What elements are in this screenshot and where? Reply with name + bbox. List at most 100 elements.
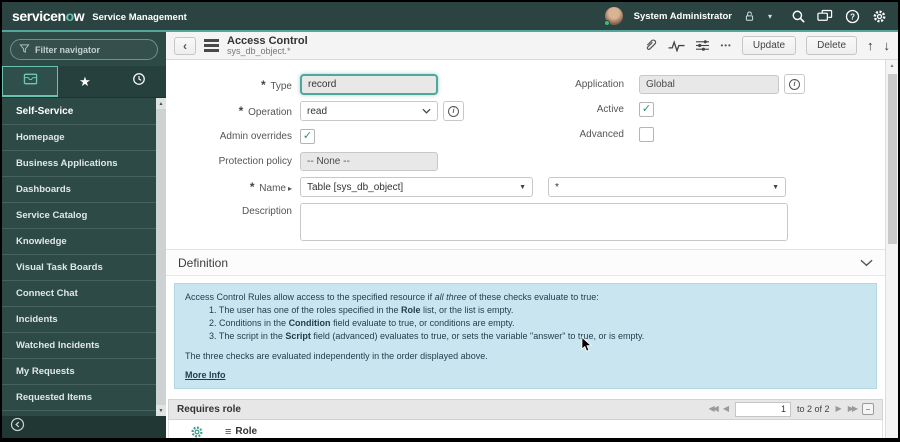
servicenow-logo: servicenow xyxy=(12,8,85,24)
name-label: * Name ▸ xyxy=(249,180,292,194)
sidebar-item-visual-task-boards[interactable]: Visual Task Boards xyxy=(2,255,166,281)
list-gear-icon[interactable] xyxy=(169,425,225,438)
attachment-paperclip-icon[interactable] xyxy=(643,38,658,53)
chevron-down-icon[interactable] xyxy=(860,259,873,267)
sidebar-item-dashboards[interactable]: Dashboards xyxy=(2,177,166,203)
tab-history[interactable] xyxy=(112,66,166,97)
application-label: Application xyxy=(575,78,624,90)
operation-info-button[interactable]: i xyxy=(443,101,464,121)
sidebar-item-watched-incidents[interactable]: Watched Incidents xyxy=(2,333,166,359)
delete-button[interactable]: Delete xyxy=(806,36,857,55)
type-label: * Type xyxy=(261,77,292,92)
filter-navigator-box xyxy=(10,39,158,60)
tab-all-applications[interactable] xyxy=(2,66,58,97)
sidebar-item-connect-chat[interactable]: Connect Chat xyxy=(2,281,166,307)
help-icon[interactable]: ? xyxy=(843,7,861,25)
connect-chat-icon[interactable] xyxy=(816,7,834,25)
name-field-select[interactable]: * ▼ xyxy=(548,177,786,197)
application-menu: Self-Service Homepage Business Applicati… xyxy=(2,98,166,438)
next-page-icon[interactable]: ▶ xyxy=(836,405,842,413)
more-info-link[interactable]: More Info xyxy=(185,369,226,381)
description-field[interactable] xyxy=(300,203,788,241)
menu-section-self-service[interactable]: Self-Service xyxy=(2,98,166,125)
application-info-button[interactable]: i xyxy=(784,74,805,94)
app-window: servicenow Service Management System Adm… xyxy=(0,0,900,442)
collapse-sidebar-icon[interactable] xyxy=(10,417,25,437)
main-scroll-thumb[interactable] xyxy=(888,74,897,244)
previous-record-icon[interactable]: ↑ xyxy=(867,38,874,53)
presence-dot xyxy=(603,20,610,26)
sidebar-item-business-applications[interactable]: Business Applications xyxy=(2,151,166,177)
admin-overrides-label: Admin overrides xyxy=(219,131,292,142)
collapse-list-icon[interactable]: − xyxy=(862,403,874,416)
protection-policy-field[interactable] xyxy=(300,152,438,171)
avatar[interactable] xyxy=(603,7,623,26)
page-number-input[interactable] xyxy=(735,401,791,417)
role-table-header: ≡ Role xyxy=(168,419,883,438)
admin-overrides-checkbox[interactable]: ✓ xyxy=(300,129,315,144)
svg-text:?: ? xyxy=(850,12,855,21)
main-scroll-up-icon[interactable]: ▲ xyxy=(886,60,898,72)
last-page-icon[interactable]: ▶▶ xyxy=(848,405,858,413)
sidebar-item-my-requests[interactable]: My Requests xyxy=(2,359,166,385)
sidebar-scrollbar[interactable]: ▲ ▼ xyxy=(156,98,166,416)
name-table-value: Table [sys_db_object] xyxy=(307,181,404,193)
logo-text-end: w xyxy=(73,8,85,24)
elevated-role-lock-icon[interactable] xyxy=(741,7,759,25)
user-caret-icon[interactable]: ▾ xyxy=(768,12,772,21)
filter-navigator-input[interactable] xyxy=(35,44,149,55)
tab-favorites[interactable]: ★ xyxy=(58,66,112,97)
sidebar-item-homepage[interactable]: Homepage xyxy=(2,125,166,151)
clock-icon xyxy=(132,72,146,91)
name-reference-icon: ▸ xyxy=(287,184,292,193)
sidebar-item-incidents[interactable]: Incidents xyxy=(2,307,166,333)
pagination: ◀◀ ◀ to 2 of 2 ▶ ▶▶ − xyxy=(709,401,874,417)
logo-accent: o xyxy=(65,8,75,24)
info-rule-3: 3. The script in the Script field (advan… xyxy=(209,331,645,342)
sidebar-scroll-up-icon[interactable]: ▲ xyxy=(156,98,166,109)
advanced-checkbox[interactable] xyxy=(639,127,654,142)
page-subtitle: sys_db_object.* xyxy=(227,45,291,56)
sidebar-item-requested-items[interactable]: Requested Items xyxy=(2,385,166,411)
info-rule-2: 2. Conditions in the Condition field eva… xyxy=(209,318,515,329)
name-field-value: * xyxy=(555,181,559,193)
access-control-form: * Type * Operation read i xyxy=(166,60,885,241)
context-menu-icon[interactable] xyxy=(204,39,219,52)
sidebar-item-service-catalog[interactable]: Service Catalog xyxy=(2,203,166,229)
user-menu[interactable]: System Administrator xyxy=(634,11,732,22)
top-banner: servicenow Service Management System Adm… xyxy=(2,2,898,32)
more-options-icon[interactable]: ••• xyxy=(720,41,731,50)
sidebar: ★ Self-Service Homepage Business Applica… xyxy=(2,32,166,438)
info-icon: i xyxy=(448,105,459,117)
settings-gear-icon[interactable] xyxy=(870,7,888,25)
info-intro: Access Control Rules allow access to the… xyxy=(185,292,599,302)
next-record-icon[interactable]: ↓ xyxy=(884,38,891,53)
sidebar-scroll-down-icon[interactable]: ▼ xyxy=(156,405,166,416)
definition-section-header[interactable]: Definition xyxy=(166,249,885,276)
previous-page-icon[interactable]: ◀ xyxy=(723,405,729,413)
operation-select[interactable]: read xyxy=(300,101,438,121)
role-column-header[interactable]: ≡ Role xyxy=(225,426,257,438)
definition-info-box: Access Control Rules allow access to the… xyxy=(174,283,877,389)
filter-funnel-icon xyxy=(19,41,30,59)
main-scrollbar[interactable]: ▲ xyxy=(885,60,898,438)
active-checkbox[interactable]: ✓ xyxy=(639,102,654,117)
sidebar-scroll-thumb[interactable] xyxy=(156,109,166,405)
logo-text: servicen xyxy=(12,8,66,24)
activity-stream-icon[interactable] xyxy=(668,39,685,52)
applications-box-icon xyxy=(23,72,38,91)
search-icon[interactable] xyxy=(789,7,807,25)
personalize-form-icon[interactable] xyxy=(695,39,710,52)
application-field[interactable] xyxy=(639,74,779,94)
update-button[interactable]: Update xyxy=(741,36,797,55)
select-chevron-icon xyxy=(422,106,431,117)
page-title: Access Control xyxy=(227,34,308,47)
select-caret-icon: ▼ xyxy=(772,183,779,191)
required-marker: * xyxy=(238,104,244,118)
first-page-icon[interactable]: ◀◀ xyxy=(709,405,719,413)
back-button[interactable]: ‹ xyxy=(174,36,196,55)
sidebar-item-knowledge[interactable]: Knowledge xyxy=(2,229,166,255)
type-field[interactable] xyxy=(300,74,438,95)
name-table-select[interactable]: Table [sys_db_object] ▼ xyxy=(300,177,533,197)
operation-label: * Operation xyxy=(238,104,292,118)
